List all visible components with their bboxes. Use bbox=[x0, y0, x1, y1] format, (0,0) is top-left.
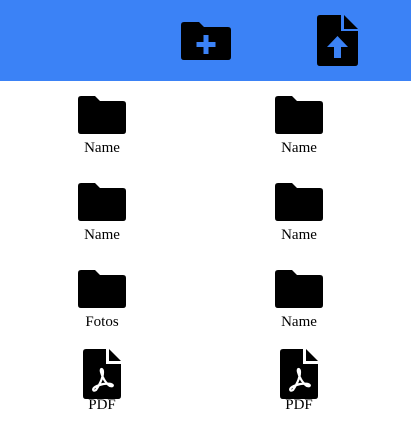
folder-icon bbox=[275, 96, 323, 134]
item-label: Name bbox=[281, 140, 317, 156]
folder-item[interactable]: Fotos bbox=[47, 255, 157, 335]
folder-icon bbox=[78, 96, 126, 134]
file-grid: Name Name Name Name Fotos Name PDF PDF bbox=[0, 81, 411, 441]
file-upload-icon bbox=[317, 15, 358, 66]
pdf-file-icon bbox=[83, 349, 121, 399]
folder-item[interactable]: Name bbox=[244, 81, 354, 161]
folder-icon bbox=[275, 270, 323, 308]
upload-file-button[interactable] bbox=[317, 15, 358, 66]
folder-item[interactable]: Name bbox=[47, 81, 157, 161]
item-label: Name bbox=[84, 227, 120, 243]
pdf-item[interactable]: PDF bbox=[244, 349, 354, 429]
item-label: Name bbox=[281, 314, 317, 330]
item-label: Name bbox=[84, 140, 120, 156]
item-label: PDF bbox=[285, 397, 313, 413]
folder-icon bbox=[78, 183, 126, 221]
pdf-item[interactable]: PDF bbox=[47, 349, 157, 429]
folder-plus-icon bbox=[181, 22, 231, 60]
folder-item[interactable]: Name bbox=[47, 168, 157, 248]
item-label: Name bbox=[281, 227, 317, 243]
folder-item[interactable]: Name bbox=[244, 255, 354, 335]
item-label: Fotos bbox=[85, 314, 119, 330]
new-folder-button[interactable] bbox=[181, 22, 231, 60]
toolbar bbox=[0, 0, 411, 81]
folder-icon bbox=[275, 183, 323, 221]
pdf-file-icon bbox=[280, 349, 318, 399]
folder-item[interactable]: Name bbox=[244, 168, 354, 248]
item-label: PDF bbox=[88, 397, 116, 413]
folder-icon bbox=[78, 270, 126, 308]
